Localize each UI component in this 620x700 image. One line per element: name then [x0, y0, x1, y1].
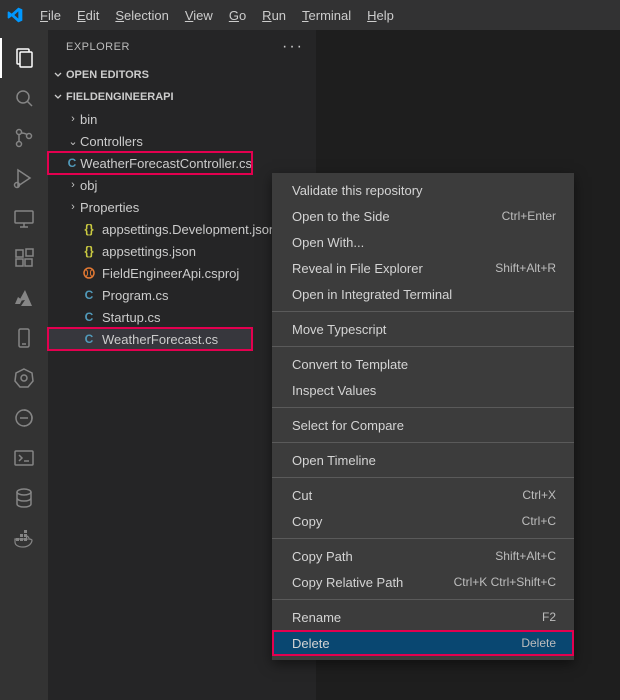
file-weather-forecast[interactable]: · C WeatherForecast.cs [48, 328, 252, 350]
menu-go[interactable]: Go [221, 4, 254, 27]
csharp-file-icon: C [80, 288, 98, 302]
ctx-open-with[interactable]: Open With... [272, 229, 574, 255]
activity-search[interactable] [0, 78, 48, 118]
chevron-right-icon: › [66, 201, 80, 213]
activity-explorer[interactable] [0, 38, 48, 78]
chevron-right-icon: › [66, 179, 80, 191]
ctx-validate-repo[interactable]: Validate this repository [272, 177, 574, 203]
separator [272, 346, 574, 347]
separator [272, 477, 574, 478]
separator [272, 538, 574, 539]
activity-source-control[interactable] [0, 118, 48, 158]
menu-view[interactable]: View [177, 4, 221, 27]
open-editors-section[interactable]: OPEN EDITORS [48, 64, 316, 86]
csharp-file-icon: C [68, 156, 77, 170]
folder-controllers[interactable]: ⌄ Controllers [48, 130, 316, 152]
ctx-rename[interactable]: RenameF2 [272, 604, 574, 630]
menu-help[interactable]: Help [359, 4, 402, 27]
ctx-copy-path[interactable]: Copy PathShift+Alt+C [272, 543, 574, 569]
activity-bar [0, 30, 48, 700]
activity-run-debug[interactable] [0, 158, 48, 198]
menu-selection[interactable]: Selection [107, 4, 176, 27]
menu-edit[interactable]: Edit [69, 4, 107, 27]
json-file-icon: {} [80, 244, 98, 258]
separator [272, 311, 574, 312]
explorer-header: EXPLORER ··· [48, 30, 316, 64]
ctx-open-timeline[interactable]: Open Timeline [272, 447, 574, 473]
explorer-title: EXPLORER [66, 41, 130, 53]
csharp-file-icon: C [80, 310, 98, 324]
activity-extensions[interactable] [0, 238, 48, 278]
project-section[interactable]: FIELDENGINEERAPI [48, 86, 316, 108]
activity-live-share[interactable] [0, 398, 48, 438]
ctx-move-typescript[interactable]: Move Typescript [272, 316, 574, 342]
activity-device[interactable] [0, 318, 48, 358]
chevron-right-icon: › [66, 113, 80, 125]
chevron-down-icon [52, 91, 66, 103]
ctx-open-side[interactable]: Open to the SideCtrl+Enter [272, 203, 574, 229]
ctx-cut[interactable]: CutCtrl+X [272, 482, 574, 508]
menu-file[interactable]: File [32, 4, 69, 27]
file-weather-controller[interactable]: · C WeatherForecastController.cs [48, 152, 252, 174]
ctx-convert-template[interactable]: Convert to Template [272, 351, 574, 377]
ctx-delete[interactable]: DeleteDelete [272, 630, 574, 656]
activity-azure[interactable] [0, 278, 48, 318]
csharp-file-icon: C [80, 332, 98, 346]
ctx-select-compare[interactable]: Select for Compare [272, 412, 574, 438]
activity-remote-explorer[interactable] [0, 198, 48, 238]
activity-database[interactable] [0, 478, 48, 518]
ctx-reveal-explorer[interactable]: Reveal in File ExplorerShift+Alt+R [272, 255, 574, 281]
separator [272, 442, 574, 443]
activity-kubernetes[interactable] [0, 358, 48, 398]
activity-docker[interactable] [0, 518, 48, 558]
context-menu: Validate this repository Open to the Sid… [272, 173, 574, 660]
menu-run[interactable]: Run [254, 4, 294, 27]
separator [272, 599, 574, 600]
ctx-inspect-values[interactable]: Inspect Values [272, 377, 574, 403]
separator [272, 407, 574, 408]
activity-terminal-panel[interactable] [0, 438, 48, 478]
menu-terminal[interactable]: Terminal [294, 4, 359, 27]
folder-bin[interactable]: › bin [48, 108, 316, 130]
explorer-more-icon[interactable]: ··· [282, 38, 304, 56]
ctx-open-terminal[interactable]: Open in Integrated Terminal [272, 281, 574, 307]
title-bar: File Edit Selection View Go Run Terminal… [0, 0, 620, 30]
vscode-icon [6, 6, 24, 24]
json-file-icon: {} [80, 222, 98, 236]
ctx-copy[interactable]: CopyCtrl+C [272, 508, 574, 534]
ctx-copy-relative-path[interactable]: Copy Relative PathCtrl+K Ctrl+Shift+C [272, 569, 574, 595]
chevron-down-icon [52, 69, 66, 81]
csproj-file-icon [80, 266, 98, 280]
chevron-down-icon: ⌄ [66, 135, 80, 148]
